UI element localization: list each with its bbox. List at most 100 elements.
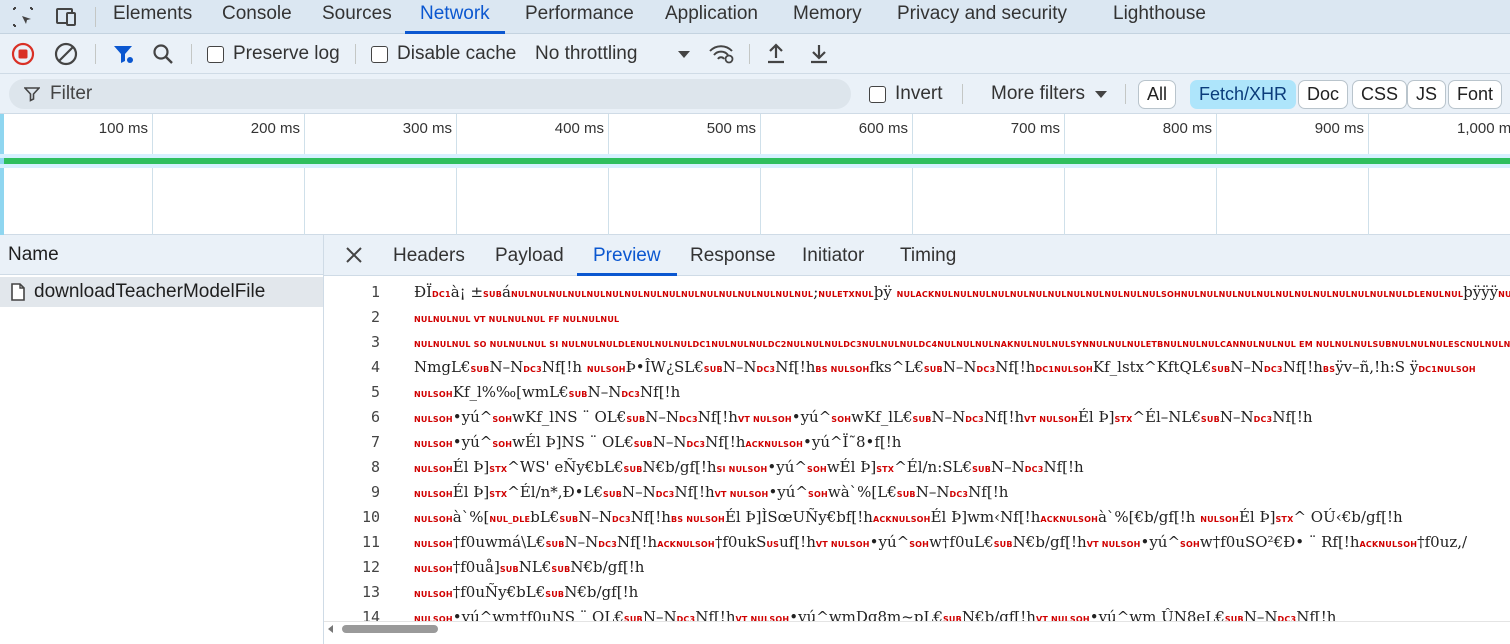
tab-preview[interactable]: Preview [577, 235, 677, 276]
scrollbar-thumb[interactable] [342, 625, 438, 633]
timeline-handle[interactable] [0, 114, 4, 235]
text-segment: N–N [931, 408, 966, 426]
type-filter-doc[interactable]: Doc [1298, 80, 1349, 109]
throttling-select[interactable]: No throttling [535, 34, 695, 74]
preview-code-view[interactable]: 1 ÐÏDC1à¡ ±SUBáNULNULNULNULNULNULNULNULNU… [324, 278, 1510, 623]
preview-line: 3 NULNULNUL SO NULNULNUL SI NULNULNULDLEN… [324, 330, 1510, 355]
preview-line: 2 NULNULNUL VT NULNULNUL FF NULNULNUL [324, 305, 1510, 330]
tab-network[interactable]: Network [405, 0, 505, 34]
control-char-glyph: ACKNULSOH [1040, 515, 1098, 524]
control-char-glyph: DC3 [976, 365, 996, 374]
control-char-glyph: SUB [559, 515, 579, 524]
throttling-value: No throttling [535, 43, 638, 64]
network-toolbar: Preserve log Disable cache No throttling [0, 34, 1510, 74]
network-conditions-icon[interactable] [708, 34, 736, 74]
inspect-element-icon[interactable] [10, 4, 36, 30]
type-filter-font[interactable]: Font [1448, 80, 1503, 109]
disable-cache-checkbox[interactable]: Disable cache [371, 34, 516, 74]
control-char-glyph: NULSOH [1200, 515, 1239, 524]
filter-funnel-icon[interactable] [111, 34, 135, 74]
text-segment: Nf[!h [616, 533, 658, 551]
timeline-gridline [608, 114, 609, 235]
control-char-glyph: SUB [603, 490, 622, 499]
checkbox[interactable] [207, 45, 224, 63]
export-har-icon[interactable] [808, 34, 830, 74]
control-char-glyph: DC3 [679, 415, 698, 424]
tab-privacy-and-security[interactable]: Privacy and security [897, 0, 1067, 34]
tab-initiator[interactable]: Initiator [802, 235, 864, 276]
tab-sources[interactable]: Sources [322, 0, 392, 34]
close-icon[interactable] [344, 245, 364, 270]
chevron-down-icon [678, 51, 690, 58]
device-toolbar-icon[interactable] [53, 4, 79, 30]
text-segment: •yú^ [452, 408, 493, 426]
timeline-overview[interactable]: 100 ms 200 ms 300 ms 400 ms 500 ms 600 m… [0, 114, 1510, 235]
control-char-glyph: ACKNULSOH [1359, 540, 1418, 549]
control-char-glyph: NULSOH [586, 365, 626, 374]
text-segment: N€b/gf[!h [564, 583, 639, 601]
tab-memory[interactable]: Memory [793, 0, 862, 34]
import-har-icon[interactable] [765, 34, 787, 74]
tab-performance[interactable]: Performance [525, 0, 634, 34]
line-number: 2 [370, 308, 380, 326]
control-char-glyph: SUB [896, 490, 916, 499]
control-char-glyph: SOH [806, 465, 827, 474]
line-number: 1 [370, 283, 380, 301]
control-char-glyph: ACKNULSOH [657, 540, 715, 549]
control-char-glyph: DC3 [598, 540, 617, 549]
request-row[interactable]: downloadTeacherModelFile [0, 277, 323, 307]
clear-icon[interactable] [54, 34, 78, 74]
text-segment: Él Þ]ÌSœUÑy€bf[!h [724, 508, 873, 526]
type-filter-js[interactable]: JS [1407, 80, 1447, 109]
timeline-tick-label: 600 ms [858, 120, 908, 137]
tab-elements[interactable]: Elements [113, 0, 192, 34]
preserve-log-checkbox[interactable]: Preserve log [207, 34, 340, 74]
text-segment: •yú^ [768, 483, 808, 501]
invert-checkbox[interactable]: Invert [869, 74, 943, 114]
tab-application[interactable]: Application [665, 0, 758, 34]
checkbox[interactable] [371, 45, 388, 63]
name-column-header[interactable]: Name [0, 235, 323, 275]
control-char-glyph: STX [1275, 515, 1294, 524]
timeline-tick-label: 300 ms [402, 120, 452, 137]
control-char-glyph: NULSOH [414, 490, 453, 499]
control-char-glyph: SOH [909, 540, 930, 549]
more-filters-dropdown[interactable]: More filters [991, 74, 1107, 114]
text-segment: •yú^ [452, 433, 493, 451]
line-number: 12 [361, 558, 380, 576]
search-icon[interactable] [152, 34, 174, 74]
tab-console[interactable]: Console [222, 0, 292, 34]
filter-input[interactable]: Filter [9, 79, 851, 109]
line-content: NULSOHKf_l%‰[wmL€SUBN–NDC3Nf[!h [414, 380, 680, 405]
control-char-glyph: STX [1114, 415, 1133, 424]
type-filter-css[interactable]: CSS [1352, 80, 1408, 109]
control-char-glyph: NULSOH [414, 515, 453, 524]
text-segment: •yú^ [869, 533, 910, 551]
text-segment: N–N [652, 433, 687, 451]
tab-response[interactable]: Response [690, 235, 776, 276]
text-segment: w†f0uSO²€Ð• ¨ Rf[!h [1199, 533, 1360, 551]
control-char-glyph: NULSOH [414, 415, 453, 424]
text-segment: N–N [915, 483, 950, 501]
text-segment: Nf[!h [968, 483, 1009, 501]
line-content: NmgL€SUBN–NDC3Nf[!h NULSOHÞ•ÎW¿SL€SUBN–N… [414, 355, 1476, 380]
text-segment: N€b/gf[!h [1012, 533, 1087, 551]
tab-payload[interactable]: Payload [495, 235, 564, 276]
text-segment: •yú^ [791, 408, 832, 426]
horizontal-scrollbar[interactable] [324, 621, 1510, 635]
line-content: NULNULNUL SO NULNULNUL SI NULNULNULDLENU… [414, 330, 1510, 355]
control-char-glyph: SUB [923, 365, 943, 374]
checkbox[interactable] [869, 85, 886, 103]
stop-recording-icon[interactable] [11, 34, 35, 74]
devtools-tab-bar: Elements Console Sources Network Perform… [0, 0, 1510, 34]
scroll-left-icon[interactable] [327, 625, 335, 633]
type-filter-all[interactable]: All [1138, 80, 1177, 109]
type-filter-fetch-xhr[interactable]: Fetch/XHR [1190, 80, 1297, 109]
tab-timing[interactable]: Timing [900, 235, 956, 276]
control-char-glyph: SUB [626, 415, 646, 424]
text-segment: N–N [564, 533, 599, 551]
tab-headers[interactable]: Headers [393, 235, 465, 276]
control-char-glyph: VT NULSOH [1024, 415, 1078, 424]
text-segment: wKf_lNS ¨ OL€ [512, 408, 627, 426]
tab-lighthouse[interactable]: Lighthouse [1113, 0, 1206, 34]
